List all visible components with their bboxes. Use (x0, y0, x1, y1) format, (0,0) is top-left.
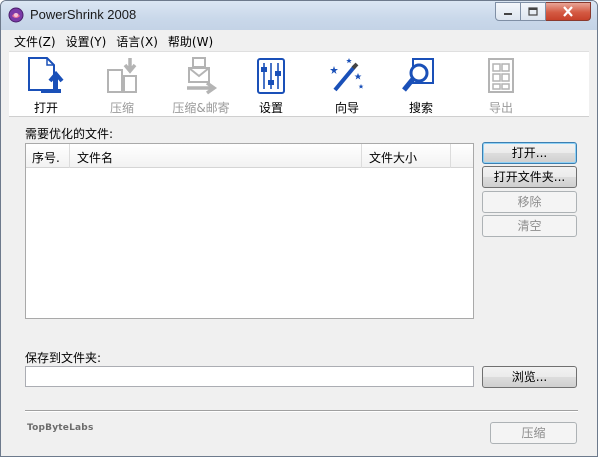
compress-button[interactable]: 压缩 (490, 422, 577, 444)
column-header-filler (451, 144, 473, 168)
open-files-button[interactable]: 打开... (482, 142, 577, 164)
files-section-label: 需要优化的文件: (25, 127, 114, 141)
toolbar-settings-button[interactable]: 设置 (236, 54, 306, 116)
open-folder-button[interactable]: 打开文件夹... (482, 166, 577, 188)
minimize-icon (504, 12, 512, 15)
save-folder-input[interactable] (25, 366, 474, 387)
clear-button[interactable]: 清空 (482, 215, 577, 237)
magic-wand-icon (330, 58, 364, 92)
toolbar-open-button[interactable]: 打开 (11, 54, 81, 116)
footer-separator (25, 410, 578, 412)
sliders-icon (257, 58, 285, 94)
toolbar-wizard-label: 向导 (334, 101, 359, 115)
toolbar-search-button[interactable]: 搜索 (386, 54, 456, 116)
toolbar-open-label: 打开 (33, 101, 58, 115)
menu-language[interactable]: 语言(X) (111, 31, 163, 51)
file-list[interactable]: 序号. 文件名 文件大小 (25, 143, 474, 319)
close-icon (563, 6, 573, 17)
window-title: PowerShrink 2008 (30, 7, 137, 22)
toolbar-search-label: 搜索 (408, 101, 433, 115)
minimize-button[interactable] (495, 2, 521, 21)
toolbar-wizard-button[interactable]: 向导 (312, 54, 382, 116)
close-button[interactable] (546, 2, 591, 21)
title-bar[interactable]: PowerShrink 2008 (1, 1, 597, 30)
export-icon (488, 58, 514, 93)
maximize-button[interactable] (521, 2, 546, 21)
column-header-filesize[interactable]: 文件大小 (362, 144, 451, 168)
save-folder-label: 保存到文件夹: (25, 351, 102, 365)
column-header-index[interactable]: 序号. (26, 144, 70, 168)
magnifier-icon (402, 58, 434, 92)
toolbar-compress-button[interactable]: 压缩 (87, 54, 157, 116)
maximize-icon (528, 7, 538, 16)
menu-help[interactable]: 帮助(W) (163, 31, 218, 51)
toolbar-export-label: 导出 (488, 101, 513, 115)
browse-button[interactable]: 浏览... (482, 366, 577, 388)
compress-mail-icon (187, 57, 218, 95)
brand-label: TopByteLabs (27, 423, 94, 433)
open-file-icon (28, 57, 64, 93)
column-header-filename[interactable]: 文件名 (70, 144, 362, 168)
app-window: PowerShrink 2008 文件(Z) 设置(Y) 语言(X) 帮助(W) (0, 0, 598, 457)
caption-buttons (495, 2, 591, 21)
menu-bar: 文件(Z) 设置(Y) 语言(X) 帮助(W) (9, 31, 218, 51)
toolbar-compress-label: 压缩 (109, 101, 134, 115)
app-logo-icon (8, 7, 24, 23)
toolbar-settings-label: 设置 (258, 101, 283, 115)
toolbar-compress-mail-label: 压缩&邮寄 (172, 101, 230, 115)
toolbar-compress-mail-button[interactable]: 压缩&邮寄 (166, 54, 236, 116)
menu-settings[interactable]: 设置(Y) (61, 31, 112, 51)
remove-button[interactable]: 移除 (482, 191, 577, 213)
toolbar-export-button[interactable]: 导出 (466, 54, 536, 116)
file-list-header: 序号. 文件名 文件大小 (26, 144, 473, 168)
toolbar: 打开 压缩 压缩&邮寄 设置 向导 搜索 导出 (9, 51, 589, 117)
compress-icon (107, 58, 137, 93)
menu-file[interactable]: 文件(Z) (9, 31, 61, 51)
